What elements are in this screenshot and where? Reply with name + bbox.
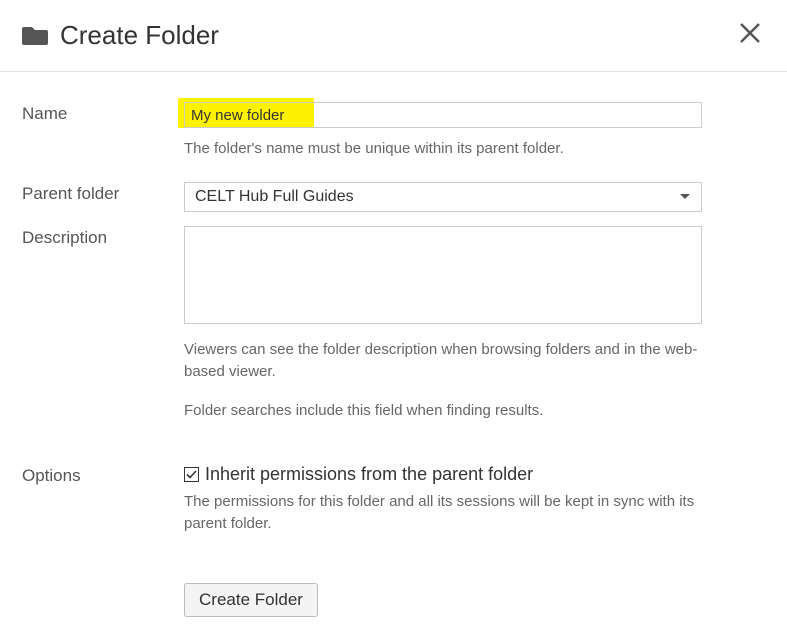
name-label: Name <box>22 102 184 124</box>
inherit-checkbox[interactable] <box>184 467 199 482</box>
options-field-col: Inherit permissions from the parent fold… <box>184 464 724 617</box>
close-icon <box>739 22 761 44</box>
dialog-title: Create Folder <box>60 20 219 51</box>
name-helper: The folder's name must be unique within … <box>184 138 702 160</box>
name-input[interactable] <box>184 102 702 128</box>
parent-label: Parent folder <box>22 182 184 204</box>
description-helper-1: Viewers can see the folder description w… <box>184 339 702 383</box>
description-row: Description Viewers can see the folder d… <box>22 226 765 422</box>
form-body: Name The folder's name must be unique wi… <box>0 72 787 637</box>
description-textarea[interactable] <box>184 226 702 324</box>
parent-folder-select[interactable]: CELT Hub Full Guides <box>184 182 702 212</box>
chevron-down-icon <box>679 188 691 206</box>
options-row: Options Inherit permissions from the par… <box>22 464 765 617</box>
parent-selected-value: CELT Hub Full Guides <box>195 188 354 206</box>
options-label: Options <box>22 464 184 486</box>
folder-icon <box>22 25 48 47</box>
parent-row: Parent folder CELT Hub Full Guides <box>22 182 765 212</box>
header-left: Create Folder <box>22 20 219 51</box>
close-button[interactable] <box>735 18 765 53</box>
description-label: Description <box>22 226 184 248</box>
dialog-header: Create Folder <box>0 0 787 72</box>
description-field-col: Viewers can see the folder description w… <box>184 226 702 422</box>
inherit-checkbox-label: Inherit permissions from the parent fold… <box>205 464 533 485</box>
submit-row: Create Folder <box>184 583 724 617</box>
description-helper-2: Folder searches include this field when … <box>184 400 702 422</box>
checkmark-icon <box>186 469 197 480</box>
create-folder-button[interactable]: Create Folder <box>184 583 318 617</box>
inherit-helper: The permissions for this folder and all … <box>184 491 724 535</box>
inherit-checkbox-line: Inherit permissions from the parent fold… <box>184 464 724 485</box>
name-field-col: The folder's name must be unique within … <box>184 102 702 160</box>
name-row: Name The folder's name must be unique wi… <box>22 102 765 160</box>
parent-field-col: CELT Hub Full Guides <box>184 182 702 212</box>
